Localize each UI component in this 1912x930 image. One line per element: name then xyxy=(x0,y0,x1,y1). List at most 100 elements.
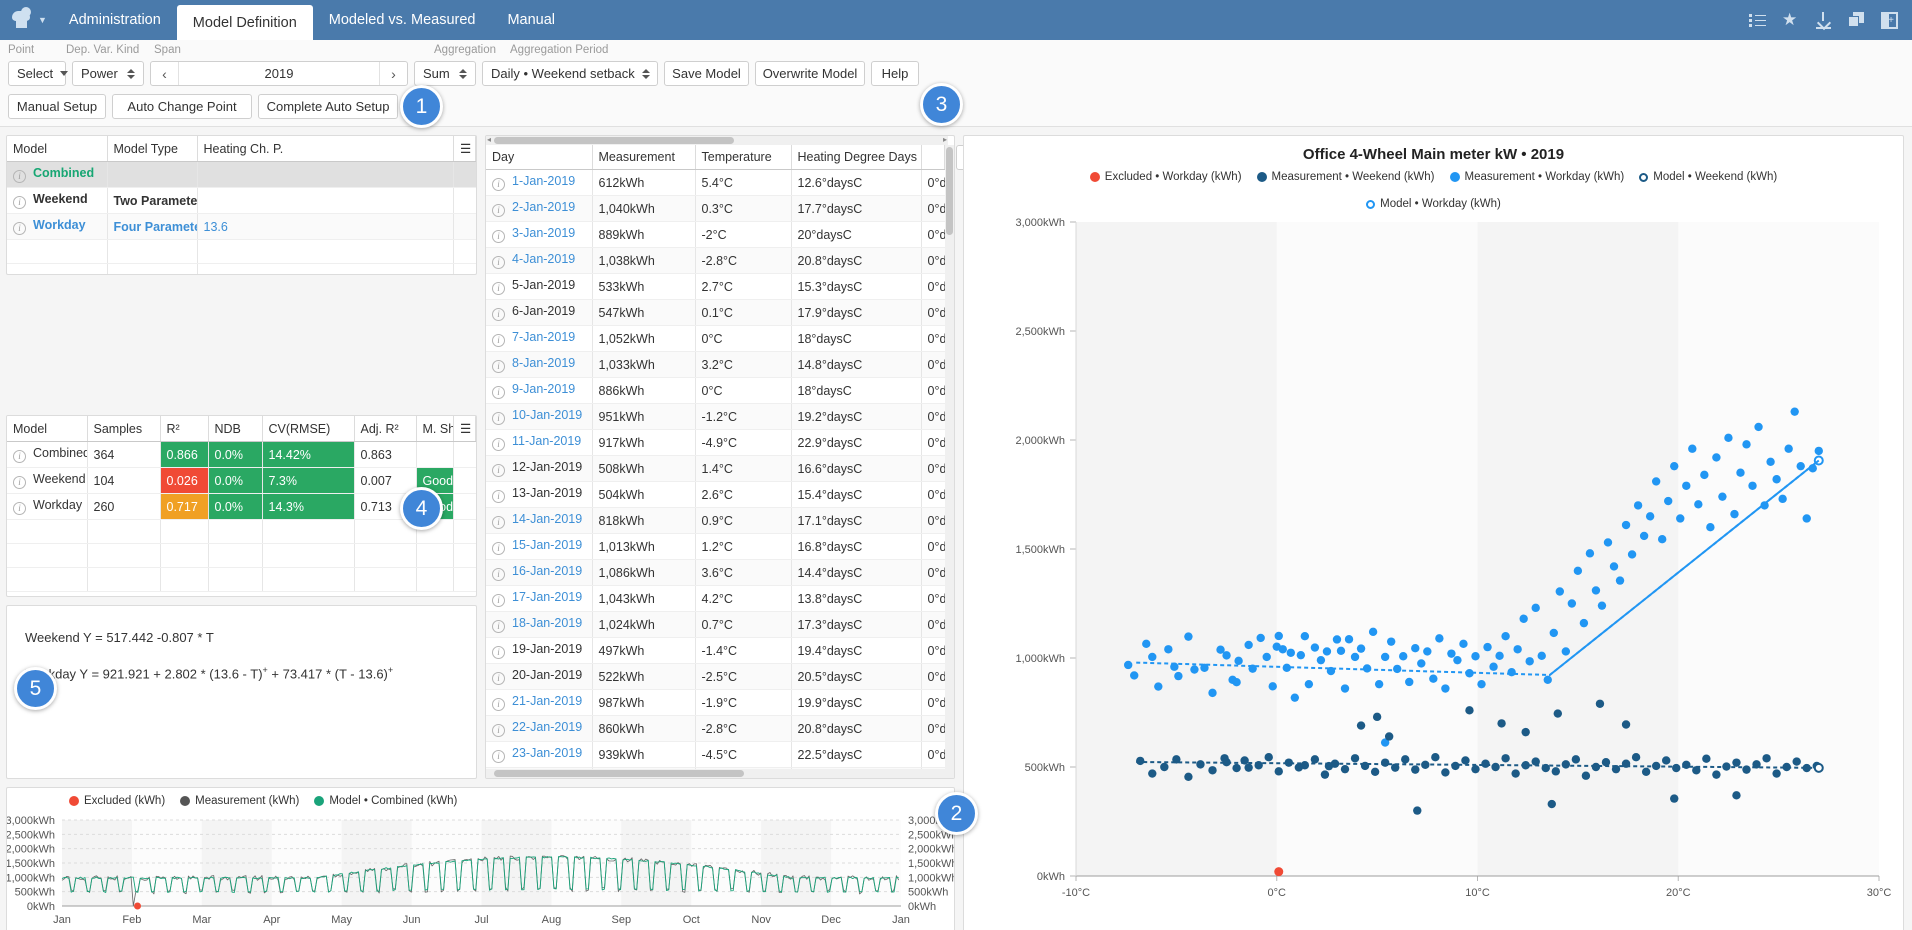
scatter-point[interactable] xyxy=(1766,457,1775,466)
data-table-hscrollbar-bottom[interactable] xyxy=(486,769,954,778)
column-menu-icon[interactable]: ☰ xyxy=(453,136,476,162)
table-row[interactable]: i 16-Jan-2019 1,086kWh3.6°C14.4°daysC0°d xyxy=(486,559,945,586)
point-select-dropdown[interactable]: Select xyxy=(8,61,69,86)
table-row[interactable]: i 2-Jan-2019 1,040kWh0.3°C17.7°daysC0°d xyxy=(486,195,945,222)
scatter-point[interactable] xyxy=(1405,677,1414,687)
scatter-point[interactable] xyxy=(1332,635,1342,644)
scatter-point[interactable] xyxy=(1148,652,1157,662)
info-icon[interactable]: i xyxy=(492,360,505,373)
table-row[interactable]: i 4-Jan-2019 1,038kWh-2.8°C20.8°daysC0°d xyxy=(486,247,945,274)
scatter-point[interactable] xyxy=(1465,706,1474,715)
scatter-point[interactable] xyxy=(1286,648,1296,657)
column-header-cvrmse[interactable]: CV(RMSE) xyxy=(262,416,355,442)
scatter-point[interactable] xyxy=(1603,538,1613,547)
nav-tab-manual[interactable]: Manual xyxy=(491,0,571,40)
scatter-point[interactable] xyxy=(1174,671,1183,681)
scatter-point[interactable] xyxy=(1537,651,1546,661)
scatter-point[interactable] xyxy=(1762,754,1771,763)
scatter-point[interactable] xyxy=(1511,769,1520,778)
scatter-point[interactable] xyxy=(1712,453,1721,462)
table-row[interactable]: i 12-Jan-2019 508kWh1.4°C16.6°daysC0°d xyxy=(486,455,945,482)
manual-setup-button[interactable]: Manual Setup xyxy=(8,94,106,119)
scatter-point[interactable] xyxy=(1300,761,1310,770)
scatter-point[interactable] xyxy=(1184,772,1193,782)
info-icon[interactable]: i xyxy=(492,412,505,425)
column-header-heating-ch-p[interactable]: Heating Ch. P. xyxy=(197,136,454,162)
column-header-model[interactable]: Model xyxy=(7,136,108,162)
table-row[interactable]: i 14-Jan-2019 818kWh0.9°C17.1°daysC0°d xyxy=(486,507,945,534)
scatter-point[interactable] xyxy=(1350,652,1360,662)
scatter-point[interactable] xyxy=(1549,628,1558,638)
data-table-scroll-area[interactable]: Day Measurement Temperature Heating Degr… xyxy=(486,145,945,769)
scatter-point[interactable] xyxy=(1411,643,1420,653)
scatter-point[interactable] xyxy=(1645,512,1655,521)
star-icon[interactable]: ★ xyxy=(1782,11,1799,29)
column-header-measurement[interactable]: Measurement xyxy=(592,145,696,170)
scatter-point[interactable] xyxy=(1712,770,1721,779)
scatter-point[interactable] xyxy=(1411,765,1420,774)
scatter-point[interactable] xyxy=(1244,763,1253,772)
scatter-point[interactable] xyxy=(1322,647,1332,656)
table-row[interactable]: i 19-Jan-2019 497kWh-1.4°C19.4°daysC0°d xyxy=(486,637,945,664)
table-row[interactable]: i 10-Jan-2019 951kWh-1.2°C19.2°daysC0°d xyxy=(486,403,945,430)
legend-item[interactable]: Excluded (kWh) xyxy=(69,795,165,807)
scatter-point[interactable] xyxy=(1483,642,1492,652)
scatter-point[interactable] xyxy=(1401,755,1410,764)
scatter-point[interactable] xyxy=(1316,655,1326,665)
auto-change-point-button[interactable]: Auto Change Point xyxy=(112,94,252,119)
scatter-point[interactable] xyxy=(1356,721,1366,730)
info-icon[interactable]: i xyxy=(492,178,505,191)
info-icon[interactable]: i xyxy=(492,230,505,243)
scatter-chart-svg[interactable]: 0kWh 500kWh 1,000kWh 1,500kWh 2,000kWh 2,500k… xyxy=(964,214,1904,930)
scatter-point[interactable] xyxy=(1268,682,1277,691)
scatter-point[interactable] xyxy=(1670,794,1679,803)
scatter-point[interactable] xyxy=(1340,684,1350,693)
scatter-point[interactable] xyxy=(1154,682,1163,691)
scatter-point[interactable] xyxy=(1507,667,1516,677)
panel-icon[interactable]: + xyxy=(1881,11,1898,29)
complete-auto-setup-button[interactable]: Complete Auto Setup xyxy=(258,94,398,119)
app-logo[interactable]: ▼ xyxy=(0,0,53,40)
scatter-point[interactable] xyxy=(1631,752,1641,762)
table-row[interactable]: i 6-Jan-2019 547kWh0.1°C17.9°daysC0°d xyxy=(486,299,945,326)
download-icon[interactable] xyxy=(1815,11,1832,29)
scatter-point[interactable] xyxy=(1792,757,1801,766)
info-icon[interactable]: i xyxy=(13,222,26,235)
scatter-point[interactable] xyxy=(1547,799,1556,809)
table-row[interactable]: i 20-Jan-2019 522kWh-2.5°C20.5°daysC0°d xyxy=(486,663,945,690)
scatter-point[interactable] xyxy=(1184,632,1193,641)
scatter-point[interactable] xyxy=(1597,601,1607,610)
scatter-point[interactable] xyxy=(1374,679,1384,689)
column-header-samples[interactable]: Samples xyxy=(87,416,161,442)
scatter-point[interactable] xyxy=(1136,756,1145,766)
scatter-point[interactable] xyxy=(1641,767,1651,776)
info-icon[interactable]: i xyxy=(492,594,505,607)
column-header-ndb[interactable]: NDB xyxy=(208,416,263,442)
info-icon[interactable]: i xyxy=(13,196,26,209)
scatter-point[interactable] xyxy=(1772,475,1781,484)
scatter-point[interactable] xyxy=(1290,693,1300,702)
scatter-point[interactable] xyxy=(1555,587,1565,596)
scatter-point[interactable] xyxy=(1256,633,1265,643)
info-icon[interactable]: i xyxy=(492,516,505,529)
scatter-point[interactable] xyxy=(1591,586,1601,595)
scatter-point[interactable] xyxy=(1585,549,1595,558)
scatter-point[interactable] xyxy=(1754,422,1763,432)
scatter-point[interactable] xyxy=(1553,709,1562,718)
legend-item[interactable]: Model • Combined (kWh) xyxy=(314,795,457,807)
table-row[interactable]: i 5-Jan-2019 533kWh2.7°C15.3°daysC0°d xyxy=(486,273,945,300)
scatter-point[interactable] xyxy=(1300,632,1310,641)
table-row[interactable]: i 3-Jan-2019 889kWh-2°C20°daysC0°d xyxy=(486,221,945,248)
scatter-point[interactable] xyxy=(1551,767,1560,776)
scatter-point[interactable] xyxy=(1423,647,1432,656)
info-icon[interactable]: i xyxy=(492,464,505,477)
info-icon[interactable]: i xyxy=(492,282,505,295)
scatter-point[interactable] xyxy=(1310,755,1320,764)
scatter-point[interactable] xyxy=(1451,761,1460,771)
column-menu-icon[interactable]: ☰ xyxy=(453,416,476,442)
info-icon[interactable]: i xyxy=(492,672,505,685)
scatter-point[interactable] xyxy=(1320,770,1330,779)
scatter-point[interactable] xyxy=(1481,759,1490,768)
scatter-point[interactable] xyxy=(1700,470,1709,480)
aggregation-period-stepper[interactable]: Daily • Weekend setback xyxy=(482,61,658,86)
